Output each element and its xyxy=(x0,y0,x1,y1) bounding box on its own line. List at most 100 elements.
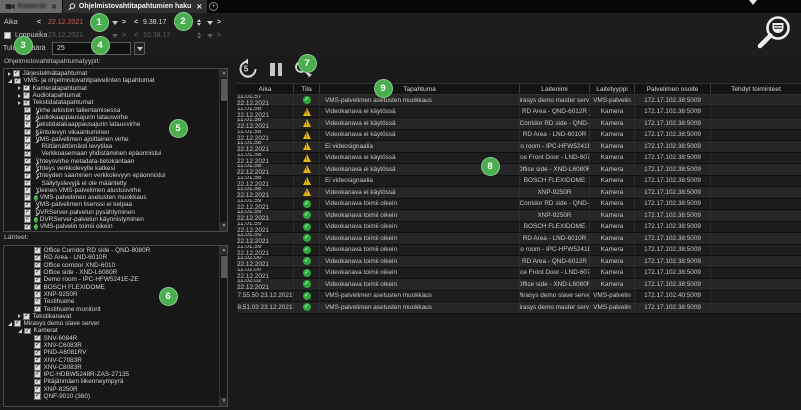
checkbox[interactable]: ✓ xyxy=(34,357,41,364)
tree-item[interactable]: ✓✓DVRServer-palvelun käynnistyminen xyxy=(4,216,218,223)
chevron-expanded-icon[interactable] xyxy=(8,322,12,326)
checkbox[interactable]: ✓ xyxy=(34,255,41,262)
table-row[interactable]: 11.02.02 22.12.2021✓Videokanava toimii o… xyxy=(237,279,801,291)
next-time-button[interactable]: > xyxy=(217,19,221,26)
next-day-button-disabled[interactable]: > xyxy=(122,32,126,39)
checkbox[interactable]: ✓ xyxy=(23,92,30,99)
checkbox[interactable]: ✓ xyxy=(24,202,31,209)
checkbox[interactable]: ✓ xyxy=(34,386,41,393)
tree-item[interactable]: ✓Audiokaappausajurin latausvirhe xyxy=(4,114,218,121)
auto-refresh-5min-button[interactable]: 5 min xyxy=(237,58,259,80)
checkbox[interactable]: ✓ xyxy=(23,313,30,320)
tree-item[interactable]: ✓✓VMS-palvelimen asetusten muokkaus xyxy=(4,194,218,201)
tree-item[interactable]: ✓Tekstidatatapahtumat xyxy=(4,99,218,106)
checkbox[interactable]: ✓ xyxy=(24,151,31,158)
checkbox[interactable]: ✓ xyxy=(24,121,31,128)
scroll-down-icon[interactable]: ▼ xyxy=(220,397,228,406)
start-time-value[interactable]: 9.38.17 xyxy=(143,19,166,26)
time-dropdown-icon-disabled[interactable] xyxy=(207,34,213,38)
tab-cameras-close-icon[interactable]: ✕ xyxy=(51,3,57,11)
tree-item[interactable]: ✓XNV-C7083R xyxy=(4,356,218,363)
scroll-up-icon[interactable]: ▲ xyxy=(220,69,228,78)
checkbox[interactable]: ✓ xyxy=(34,269,41,276)
checkbox[interactable]: ✓ xyxy=(14,320,21,327)
tree-item[interactable]: ✓XNV-C8083R xyxy=(4,364,218,371)
tree-item[interactable]: ✓Kamerat xyxy=(4,327,218,334)
tree-item[interactable]: ✓Pitäjänmäen liikenneympyrä xyxy=(4,378,218,385)
checkbox[interactable]: ✓ xyxy=(34,291,41,298)
checkbox[interactable]: ✓ xyxy=(34,262,41,269)
checkbox[interactable]: ✓ xyxy=(23,100,30,107)
tree-item[interactable]: ✓Tekstikanavat xyxy=(4,313,218,320)
table-row[interactable]: 11.01.58 22.12.2021!Videokanava ei käytö… xyxy=(237,130,801,142)
table-row[interactable]: 11.01.58 22.12.2021!Videokanava ei käytö… xyxy=(237,187,801,199)
table-row[interactable]: 11.01.58 22.12.2021!Videokanava ei käytö… xyxy=(237,118,801,130)
table-row[interactable]: 11.02.00 22.12.2021✓Videokanava toimii o… xyxy=(237,256,801,268)
checkbox[interactable]: ✓ xyxy=(24,209,31,216)
checkbox[interactable]: ✓ xyxy=(34,247,41,254)
tree-item[interactable]: ✓QNF-9010 (360) xyxy=(4,393,218,400)
table-row[interactable]: 11.01.59 22.12.2021✓Videokanava toimii o… xyxy=(237,233,801,245)
tree-item[interactable]: ✓Yhteysvirhe metadata-tietokantaan xyxy=(4,158,218,165)
chevron-right-icon[interactable] xyxy=(18,314,21,318)
tree-item[interactable]: ✓Virhe arkiston tallentamisessa xyxy=(4,106,218,113)
col-header-address[interactable]: Palvelimen osoite xyxy=(635,84,711,94)
tree-item[interactable]: ✓Office corridor XND-6010 xyxy=(4,262,218,269)
tree-item[interactable]: ✓PND-A6081RV xyxy=(4,349,218,356)
tree-item[interactable]: ✓RD Area - LND-6010R xyxy=(4,254,218,261)
checkbox[interactable]: ✓ xyxy=(13,70,20,77)
checkbox[interactable]: ✓ xyxy=(24,143,31,150)
tree-item[interactable]: ✓XNV-C6083R xyxy=(4,342,218,349)
end-time-checkbox[interactable] xyxy=(4,32,11,39)
tree-item[interactable]: ✓VMS-palvelimen lisenssi ei kelpaa xyxy=(4,201,218,208)
tree-item[interactable]: ✓XNP-9250R xyxy=(4,291,218,298)
checkbox[interactable]: ✓ xyxy=(24,224,31,231)
col-header-actions[interactable]: Tehdyt toiminteet xyxy=(711,84,801,94)
table-row[interactable]: 11.01.58 22.12.2021!Videokanava ei käytö… xyxy=(237,153,801,165)
checkbox[interactable]: ✓ xyxy=(14,78,21,85)
checkbox[interactable]: ✓ xyxy=(23,85,30,92)
table-row[interactable]: 11.01.58 22.12.2021!Videokanava ei käytö… xyxy=(237,164,801,176)
checkbox[interactable]: ✓ xyxy=(24,328,31,335)
add-tab-button[interactable]: + xyxy=(207,0,220,13)
result-count-dropdown-button[interactable] xyxy=(134,42,145,55)
tab-watchdog-search[interactable]: Ohjelmistovahtitapahtumien haku ✕ xyxy=(63,0,207,13)
prev-day-button-disabled[interactable]: < xyxy=(37,32,41,39)
checkbox[interactable]: ✓ xyxy=(34,277,41,284)
time-spinner-disabled[interactable] xyxy=(197,32,201,39)
checkbox[interactable]: ✓ xyxy=(24,165,31,172)
tree-item[interactable]: ✓Office Corridor RD side - QND-8080R xyxy=(4,247,218,254)
time-spinner[interactable] xyxy=(197,19,201,26)
tree-item[interactable]: ✓Audiotapahtumat xyxy=(4,92,218,99)
tree-item[interactable]: ✓Demo room - IPC-HFW5241E-ZE xyxy=(4,276,218,283)
tab-cameras[interactable]: Kamerat ✕ xyxy=(0,0,62,13)
table-row[interactable]: 7.55.50 23.12.2021✓VMS-palvelimen asetus… xyxy=(237,291,801,303)
col-header-status[interactable]: Tila xyxy=(294,84,320,94)
checkbox[interactable]: ✓ xyxy=(24,180,31,187)
table-row[interactable]: 11.01.59 22.12.2021✓Videokanava toimii o… xyxy=(237,245,801,257)
tree-item[interactable]: ✓Verkkoasemaan yhdistäminen epäonnistui xyxy=(4,150,218,157)
checkbox[interactable]: ✓ xyxy=(34,342,41,349)
chevron-right-icon[interactable] xyxy=(18,94,21,98)
col-header-event[interactable]: Tapahtuma xyxy=(320,84,520,94)
scroll-down-icon[interactable]: ▼ xyxy=(220,222,228,231)
tree-item[interactable]: ✓BOSCH FLEXIDOME xyxy=(4,283,218,290)
chevron-expanded-icon[interactable] xyxy=(8,79,12,83)
end-date-value[interactable]: 23.12.2021 xyxy=(48,32,83,39)
tree-item[interactable]: ✓Järjestelmätapahtumat xyxy=(4,70,218,77)
checkbox[interactable]: ✓ xyxy=(24,136,31,143)
checkbox[interactable]: ✓ xyxy=(34,298,41,305)
table-row[interactable]: 11.01.59 22.12.2021✓Videokanava toimii o… xyxy=(237,210,801,222)
checkbox[interactable]: ✓ xyxy=(34,393,41,400)
checkbox[interactable]: ✓ xyxy=(34,335,41,342)
tree-item[interactable]: ✓Yhteys verkkolevylle katkesi xyxy=(4,165,218,172)
start-date-value[interactable]: 22.12.2021 xyxy=(48,19,83,26)
checkbox[interactable]: ✓ xyxy=(24,216,31,223)
corner-notch-icon[interactable] xyxy=(749,0,757,5)
tree-item[interactable]: ✓VMS- ja ohjelmistovahtipalvelinten tapa… xyxy=(4,77,218,84)
tree-item[interactable]: ✓XNP-8250R xyxy=(4,386,218,393)
checkbox[interactable]: ✓ xyxy=(34,350,41,357)
checkbox[interactable]: ✓ xyxy=(24,129,31,136)
table-row[interactable]: 11.01.58 22.12.2021!Ei videosignaaliaBOS… xyxy=(237,176,801,188)
col-header-time[interactable]: Aika xyxy=(237,84,294,94)
